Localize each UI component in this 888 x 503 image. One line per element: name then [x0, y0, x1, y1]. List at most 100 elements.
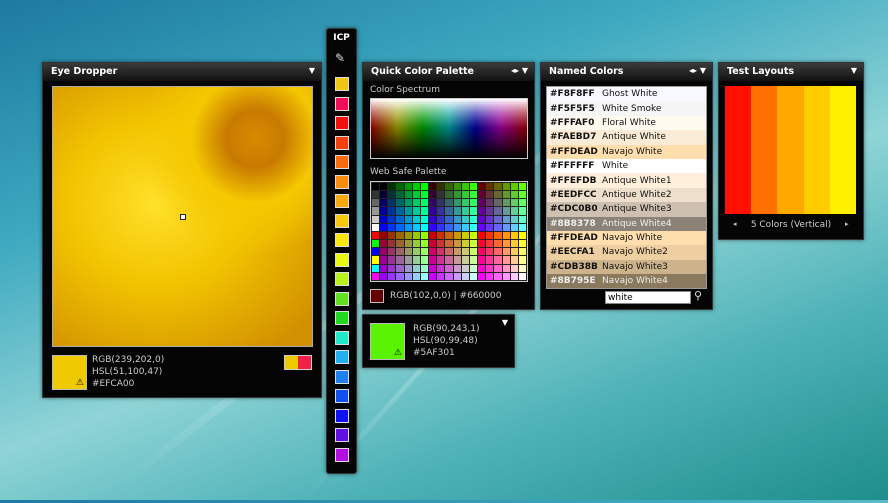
palette-cell[interactable]: [486, 215, 494, 223]
palette-cell[interactable]: [396, 264, 404, 272]
palette-cell[interactable]: [461, 223, 469, 231]
palette-cell[interactable]: [494, 264, 502, 272]
palette-cell[interactable]: [518, 264, 526, 272]
palette-cell[interactable]: [396, 223, 404, 231]
palette-cell[interactable]: [518, 231, 526, 240]
palette-cell[interactable]: [437, 248, 445, 256]
palette-cell[interactable]: [372, 264, 380, 272]
palette-cell[interactable]: [412, 215, 420, 223]
palette-cell[interactable]: [461, 215, 469, 223]
palette-cell[interactable]: [486, 231, 494, 240]
palette-cell[interactable]: [494, 183, 502, 191]
palette-cell[interactable]: [494, 215, 502, 223]
palette-cell[interactable]: [510, 223, 518, 231]
palette-cell[interactable]: [388, 183, 396, 191]
palette-cell[interactable]: [380, 272, 388, 280]
toolbar-color-swatch[interactable]: [335, 252, 349, 267]
palette-cell[interactable]: [420, 191, 429, 199]
eyedropper-icon[interactable]: ✎: [335, 51, 345, 65]
color-history[interactable]: [284, 355, 312, 370]
palette-cell[interactable]: [429, 223, 437, 231]
palette-cell[interactable]: [429, 264, 437, 272]
palette-cell[interactable]: [388, 191, 396, 199]
palette-cell[interactable]: [420, 264, 429, 272]
palette-cell[interactable]: [396, 272, 404, 280]
palette-cell[interactable]: [437, 231, 445, 240]
palette-cell[interactable]: [396, 248, 404, 256]
palette-cell[interactable]: [502, 199, 510, 207]
palette-cell[interactable]: [502, 183, 510, 191]
named-color-row[interactable]: #FFDEAD Navajo White: [547, 230, 706, 246]
palette-cell[interactable]: [486, 240, 494, 248]
palette-cell[interactable]: [412, 240, 420, 248]
palette-cell[interactable]: [437, 264, 445, 272]
palette-cell[interactable]: [486, 256, 494, 264]
palette-cell[interactable]: [518, 199, 526, 207]
history-swatch[interactable]: [298, 356, 311, 369]
named-color-row[interactable]: #FAEBD7 Antique White: [547, 130, 706, 145]
palette-cell[interactable]: [388, 248, 396, 256]
palette-cell[interactable]: [429, 207, 437, 215]
palette-cell[interactable]: [469, 240, 478, 248]
palette-cell[interactable]: [388, 240, 396, 248]
palette-cell[interactable]: [445, 207, 453, 215]
palette-cell[interactable]: [420, 272, 429, 280]
named-color-row[interactable]: #8B8378 Antique White4: [547, 216, 706, 231]
palette-cell[interactable]: [510, 231, 518, 240]
palette-cell[interactable]: [469, 264, 478, 272]
palette-cell[interactable]: [502, 272, 510, 280]
palette-cell[interactable]: [372, 248, 380, 256]
palette-cell[interactable]: [494, 191, 502, 199]
palette-cell[interactable]: [404, 264, 412, 272]
menu-dropdown-icon[interactable]: ▼: [851, 66, 857, 75]
palette-cell[interactable]: [478, 223, 486, 231]
palette-cell[interactable]: [469, 207, 478, 215]
palette-cell[interactable]: [437, 207, 445, 215]
palette-cell[interactable]: [461, 199, 469, 207]
palette-cell[interactable]: [412, 272, 420, 280]
palette-cell[interactable]: [453, 248, 461, 256]
palette-cell[interactable]: [453, 256, 461, 264]
palette-cell[interactable]: [445, 191, 453, 199]
palette-cell[interactable]: [372, 240, 380, 248]
palette-cell[interactable]: [461, 240, 469, 248]
palette-cell[interactable]: [502, 240, 510, 248]
palette-cell[interactable]: [429, 248, 437, 256]
palette-cell[interactable]: [412, 256, 420, 264]
palette-cell[interactable]: [502, 248, 510, 256]
palette-cell[interactable]: [518, 256, 526, 264]
palette-cell[interactable]: [429, 191, 437, 199]
palette-cell[interactable]: [469, 272, 478, 280]
palette-cell[interactable]: [486, 223, 494, 231]
palette-cell[interactable]: [429, 231, 437, 240]
palette-cell[interactable]: [429, 256, 437, 264]
palette-cell[interactable]: [461, 191, 469, 199]
palette-cell[interactable]: [510, 191, 518, 199]
palette-cell[interactable]: [429, 183, 437, 191]
palette-cell[interactable]: [372, 231, 380, 240]
palette-cell[interactable]: [518, 207, 526, 215]
named-color-row[interactable]: #F5F5F5 White Smoke: [547, 101, 706, 116]
palette-cell[interactable]: [478, 264, 486, 272]
magnifier-view[interactable]: [52, 86, 313, 347]
palette-cell[interactable]: [396, 207, 404, 215]
palette-cell[interactable]: [478, 199, 486, 207]
palette-cell[interactable]: [518, 248, 526, 256]
palette-cell[interactable]: [412, 183, 420, 191]
palette-cell[interactable]: [510, 183, 518, 191]
palette-cell[interactable]: [518, 191, 526, 199]
palette-cell[interactable]: [461, 272, 469, 280]
toolbar-color-swatch[interactable]: [335, 291, 349, 306]
palette-cell[interactable]: [486, 191, 494, 199]
palette-cell[interactable]: [404, 199, 412, 207]
palette-cell[interactable]: [437, 240, 445, 248]
palette-cell[interactable]: [404, 248, 412, 256]
palette-cell[interactable]: [372, 191, 380, 199]
named-color-row[interactable]: #CDB38B Navajo White3: [547, 259, 706, 275]
palette-cell[interactable]: [420, 199, 429, 207]
palette-cell[interactable]: [469, 191, 478, 199]
toolbar-color-swatch[interactable]: [335, 311, 349, 325]
palette-cell[interactable]: [478, 240, 486, 248]
named-color-row[interactable]: #CDC0B0 Antique White3: [547, 202, 706, 217]
palette-cell[interactable]: [461, 256, 469, 264]
